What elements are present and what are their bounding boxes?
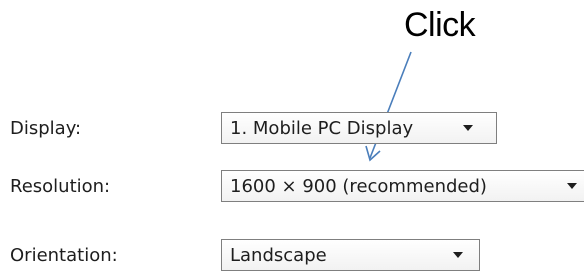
orientation-dropdown[interactable]: Landscape [221, 239, 480, 271]
click-callout-label: Click [404, 6, 476, 44]
triangle-down-icon [567, 183, 577, 189]
resolution-dropdown-value: 1600 × 900 (recommended) [230, 176, 487, 197]
resolution-label: Resolution: [10, 176, 111, 197]
resolution-dropdown[interactable]: 1600 × 900 (recommended) [221, 170, 584, 202]
orientation-label: Orientation: [10, 245, 118, 266]
display-label: Display: [10, 118, 82, 139]
display-dropdown[interactable]: 1. Mobile PC Display [221, 112, 497, 144]
triangle-down-icon [463, 125, 473, 131]
display-row: Display: 1. Mobile PC Display [0, 112, 584, 146]
orientation-dropdown-value: Landscape [230, 245, 327, 266]
triangle-down-icon [453, 252, 463, 258]
orientation-row: Orientation: Landscape [0, 239, 584, 273]
display-dropdown-value: 1. Mobile PC Display [230, 118, 414, 139]
callout-arrow-head [365, 145, 381, 162]
resolution-row: Resolution: 1600 × 900 (recommended) [0, 170, 584, 204]
